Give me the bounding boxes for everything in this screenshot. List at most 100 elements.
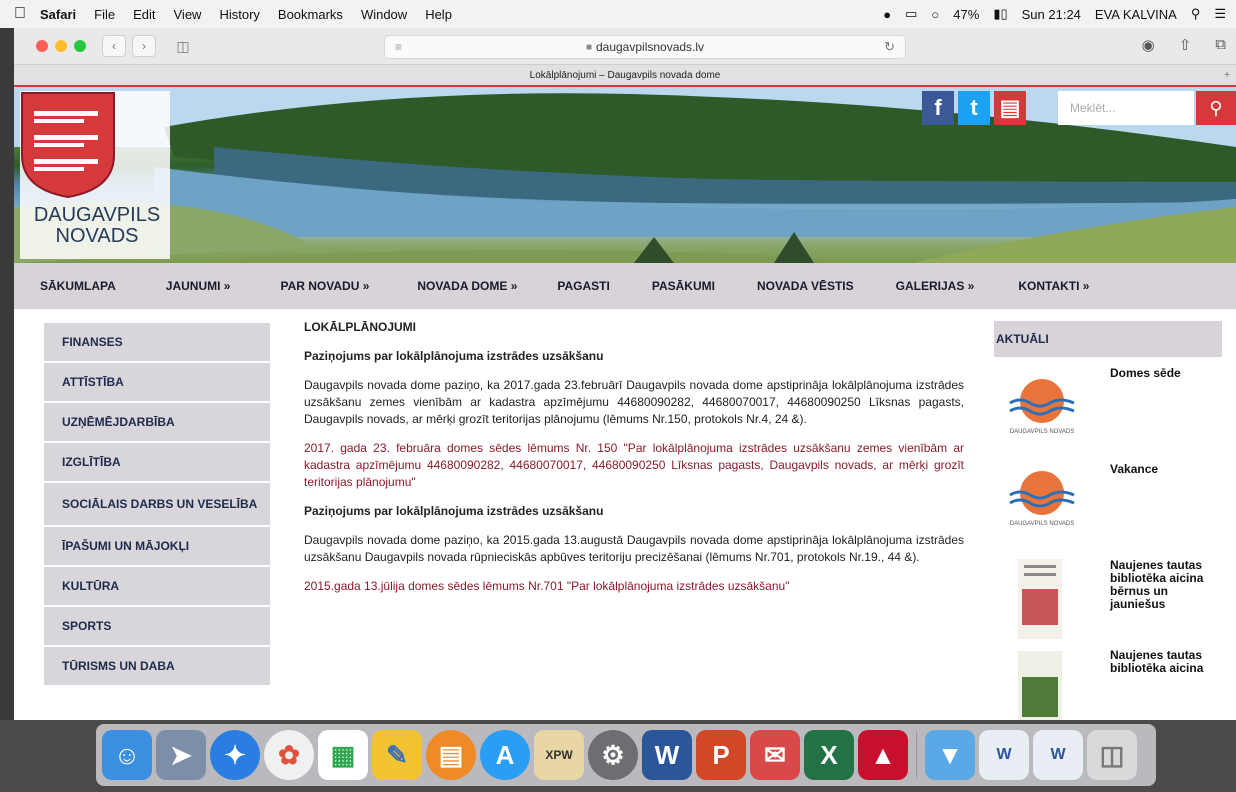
page-content: FINANSES ATTĪSTĪBA UZŅĒMĒJDARBĪBA IZGLĪT… xyxy=(14,309,1236,720)
numbers-icon[interactable]: ▦ xyxy=(318,730,368,780)
news-item[interactable]: Naujenes tautas bibliotēka aicina bērnus… xyxy=(994,549,1222,645)
nav-item-galerijas[interactable]: GALERIJAS » xyxy=(896,279,975,293)
header-landscape-image xyxy=(14,87,1236,263)
system-preferences-icon[interactable]: ⚙ xyxy=(588,730,638,780)
forward-button[interactable]: › xyxy=(132,35,156,57)
zoom-window-button[interactable] xyxy=(74,40,86,52)
document-icon[interactable]: ▤ xyxy=(994,91,1026,125)
info-icon[interactable]: ◉ xyxy=(1142,36,1155,54)
notification-center-icon[interactable]: ☰ xyxy=(1214,6,1226,22)
menu-window[interactable]: Window xyxy=(361,7,407,22)
twitter-icon[interactable]: t xyxy=(958,91,990,125)
news-title-1[interactable]: Domes sēde xyxy=(1110,367,1220,380)
reload-icon[interactable]: ↻ xyxy=(884,39,895,55)
xpw-icon[interactable]: XPW xyxy=(534,730,584,780)
nav-item-par-novadu[interactable]: PAR NOVADU » xyxy=(280,279,369,293)
acrobat-icon[interactable]: ▲ xyxy=(858,730,908,780)
news-title-4[interactable]: Naujenes tautas bibliotēka aicina xyxy=(1110,649,1220,675)
macos-dock-area: ☺ ➤ ✦ ✿ ▦ ✎ ▤ A XPW ⚙ W P ✉ X ▲ ▼ W W ◫ xyxy=(0,720,1236,792)
main-article: LOKĀLPLĀNOJUMI Paziņojums par lokālplāno… xyxy=(304,319,964,607)
chevron-right-icon: › xyxy=(142,39,146,53)
nav-item-pasakumi[interactable]: PASĀKUMI xyxy=(652,279,715,293)
dock: ☺ ➤ ✦ ✿ ▦ ✎ ▤ A XPW ⚙ W P ✉ X ▲ ▼ W W ◫ xyxy=(96,724,1156,786)
news-thumbnail xyxy=(1018,559,1062,639)
tab-bar: Lokālplānojumi – Daugavpils novada dome … xyxy=(14,65,1236,87)
left-menu-item-kultura[interactable]: KULTŪRA xyxy=(44,567,270,607)
pages-icon[interactable]: ✎ xyxy=(372,730,422,780)
site-logo[interactable]: DAUGAVPILS NOVADS xyxy=(20,91,170,259)
battery-percent[interactable]: 47% xyxy=(953,7,979,22)
menu-file[interactable]: File xyxy=(94,7,115,22)
left-menu-item-izglitiba[interactable]: IZGLĪTĪBA xyxy=(44,443,270,483)
spotlight-search-icon[interactable]: ⚲ xyxy=(1191,6,1201,22)
microsoft-word-icon[interactable]: W xyxy=(642,730,692,780)
downloads-folder-icon[interactable]: ▼ xyxy=(925,730,975,780)
minimize-window-button[interactable] xyxy=(55,40,67,52)
news-title-2[interactable]: Vakance xyxy=(1110,463,1220,476)
search-button[interactable]: ⚲ xyxy=(1196,91,1236,125)
mail-icon[interactable]: ✉ xyxy=(750,730,800,780)
menu-history[interactable]: History xyxy=(219,7,259,22)
clock[interactable]: Sun 21:24 xyxy=(1022,7,1081,22)
macos-menubar:  Safari File Edit View History Bookmark… xyxy=(0,0,1236,28)
facebook-icon[interactable]: f xyxy=(922,91,954,125)
word-document-icon[interactable]: W xyxy=(979,730,1029,780)
news-item[interactable]: Naujenes tautas bibliotēka aicina xyxy=(994,645,1222,720)
safari-icon[interactable]: ✦ xyxy=(210,730,260,780)
news-title-3[interactable]: Naujenes tautas bibliotēka aicina bērnus… xyxy=(1110,559,1220,611)
ibooks-icon[interactable]: ▤ xyxy=(426,730,476,780)
status-area: ● ▭ ○ 47% ▮▯ Sun 21:24 EVA KALVINA ⚲ ☰ xyxy=(883,0,1226,28)
wifi-icon[interactable]: ○ xyxy=(931,7,939,22)
notice-heading-1: Paziņojums par lokālplānojuma izstrādes … xyxy=(304,349,604,363)
new-tab-button[interactable]: + xyxy=(1218,65,1236,85)
menu-safari[interactable]: Safari xyxy=(40,7,76,22)
nav-item-novada-dome[interactable]: NOVADA DOME » xyxy=(417,279,517,293)
decision-link-1[interactable]: 2017. gada 23. februāra domes sēdes lēmu… xyxy=(304,440,964,491)
nav-item-novada-vestis[interactable]: NOVADA VĒSTIS xyxy=(757,279,854,293)
social-links: f t ▤ xyxy=(922,91,1026,125)
menu-view[interactable]: View xyxy=(174,7,202,22)
share-icon[interactable]: ⇧ xyxy=(1179,36,1192,54)
nav-item-pagasti[interactable]: PAGASTI xyxy=(557,279,609,293)
left-menu-item-attistiba[interactable]: ATTĪSTĪBA xyxy=(44,363,270,403)
nav-item-kontakti[interactable]: KONTAKTI » xyxy=(1018,279,1089,293)
photos-icon[interactable]: ✿ xyxy=(264,730,314,780)
battery-icon[interactable]: ▮▯ xyxy=(993,6,1007,22)
nav-item-jaunumi[interactable]: JAUNUMI » xyxy=(166,279,231,293)
decision-link-2[interactable]: 2015.gada 13.jūlija domes sēdes lēmums N… xyxy=(304,578,964,595)
tabs-overview-icon[interactable]: ⧉ xyxy=(1215,36,1226,54)
news-thumbnail: DAUGAVPILS NOVADS xyxy=(1000,463,1084,543)
eye-icon[interactable]: ● xyxy=(883,7,891,22)
airplay-icon[interactable]: ▭ xyxy=(905,6,917,22)
microsoft-excel-icon[interactable]: X xyxy=(804,730,854,780)
word-document-icon[interactable]: W xyxy=(1033,730,1083,780)
back-button[interactable]: ‹ xyxy=(102,35,126,57)
microsoft-powerpoint-icon[interactable]: P xyxy=(696,730,746,780)
sidebar-toggle-button[interactable]: ◫ xyxy=(172,36,194,56)
nav-item-sakumlapa[interactable]: SĀKUMLAPA xyxy=(40,279,116,293)
search-icon: ⚲ xyxy=(1209,97,1223,118)
search-input[interactable]: Meklēt... xyxy=(1058,91,1194,125)
active-tab-title[interactable]: Lokālplānojumi – Daugavpils novada dome xyxy=(530,70,721,81)
left-menu-item-turisms[interactable]: TŪRISMS UN DABA xyxy=(44,647,270,687)
news-item[interactable]: DAUGAVPILS NOVADS Domes sēde xyxy=(994,357,1222,453)
left-menu-item-uznemejdarbiba[interactable]: UZŅĒMĒJDARBĪBA xyxy=(44,403,270,443)
address-bar[interactable]: ≡ ■ daugavpilsnovads.lv ↻ xyxy=(384,35,906,59)
reader-mode-icon[interactable]: ≡ xyxy=(395,40,402,54)
left-menu-item-socialais-darbs[interactable]: SOCIĀLAIS DARBS UN VESELĪBA xyxy=(44,483,270,527)
browser-toolbar: ‹ › ◫ ≡ ■ daugavpilsnovads.lv ↻ ◉ ⇧ ⧉ xyxy=(14,28,1236,65)
user-name[interactable]: EVA KALVINA xyxy=(1095,7,1177,22)
left-menu-item-finanses[interactable]: FINANSES xyxy=(44,323,270,363)
left-menu-item-sports[interactable]: SPORTS xyxy=(44,607,270,647)
apple-icon[interactable]:  xyxy=(0,5,40,23)
left-menu-item-ipasumi[interactable]: ĪPAŠUMI UN MĀJOKĻI xyxy=(44,527,270,567)
close-window-button[interactable] xyxy=(36,40,48,52)
news-item[interactable]: DAUGAVPILS NOVADS Vakance xyxy=(994,453,1222,549)
finder-icon[interactable]: ☺ xyxy=(102,730,152,780)
app-store-icon[interactable]: A xyxy=(480,730,530,780)
menu-help[interactable]: Help xyxy=(425,7,452,22)
menu-edit[interactable]: Edit xyxy=(133,7,155,22)
trash-icon[interactable]: ◫ xyxy=(1087,730,1137,780)
menu-bookmarks[interactable]: Bookmarks xyxy=(278,7,343,22)
launchpad-icon[interactable]: ➤ xyxy=(156,730,206,780)
